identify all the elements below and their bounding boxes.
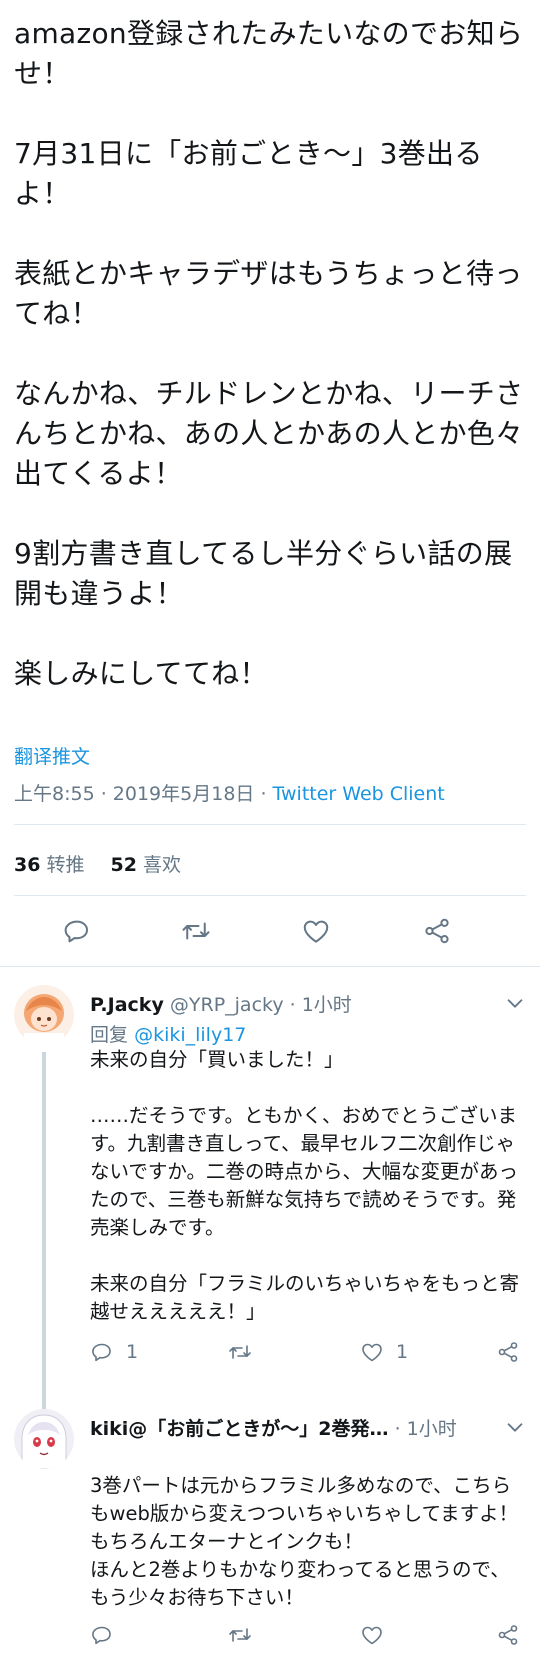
- reply-paragraph: 未来の自分「フラミルのいちゃいちゃをもっと寄越せえええええ！」: [90, 1272, 520, 1323]
- reply-icon: [92, 1626, 111, 1645]
- reply-button[interactable]: 1: [90, 1339, 138, 1365]
- reply-text: 未来の自分「買いました！」 ……だそうです。ともかく、おめでとうございます。九割…: [90, 1046, 520, 1326]
- reply-author-name[interactable]: kiki@「お前ごときが〜」2巻発…: [90, 1418, 389, 1440]
- likes-count: 52: [110, 854, 137, 876]
- likes-label: 喜欢: [143, 854, 182, 876]
- divider: [0, 966, 540, 967]
- like-button[interactable]: [301, 916, 331, 946]
- reply-icon: [64, 920, 88, 943]
- reply-to-handle[interactable]: @kiki_lily17: [134, 1024, 246, 1046]
- retweet-button[interactable]: [181, 916, 211, 946]
- reply-time: · 1小时: [289, 994, 352, 1016]
- share-icon: [498, 1342, 518, 1362]
- reply-time: · 1小时: [394, 1418, 457, 1440]
- like-button[interactable]: 1: [360, 1339, 408, 1365]
- retweet-button[interactable]: [228, 1622, 252, 1648]
- like-icon: [362, 1626, 382, 1645]
- tweet-stats: 36 转推 52 喜欢: [14, 850, 181, 877]
- reply-to-line: 回复 @kiki_lily17: [90, 1020, 246, 1047]
- translate-tweet-link[interactable]: 翻译推文: [14, 742, 90, 769]
- share-button[interactable]: [422, 916, 452, 946]
- share-icon: [425, 918, 449, 944]
- share-button[interactable]: [496, 1339, 520, 1365]
- tweet-paragraph: 表紙とかキャラデザはもうちょっと待ってね！: [14, 257, 523, 330]
- reply-paragraph: 3巻パートは元からフラミル多めなので、こちらもweb版から変えつついちゃいちゃし…: [90, 1474, 519, 1609]
- reply-to-label: 回复: [90, 1024, 129, 1046]
- tweet-date: 2019年5月18日: [112, 783, 255, 805]
- reply-button[interactable]: [62, 916, 92, 946]
- divider: [14, 824, 526, 825]
- share-icon: [498, 1625, 518, 1645]
- avatar-image: [14, 1409, 74, 1469]
- thread-line: [42, 1052, 46, 1415]
- reply-icon: [92, 1343, 111, 1362]
- like-count: 1: [396, 1341, 409, 1363]
- reply-button[interactable]: [90, 1622, 114, 1648]
- avatar[interactable]: [14, 985, 74, 1045]
- meta-separator: ·: [94, 783, 113, 805]
- reply-header: kiki@「お前ごときが〜」2巻発… · 1小时: [90, 1414, 500, 1441]
- tweet-paragraph: なんかね、チルドレンとかね、リーチさんちとかね、あの人とかあの人とか色々出てくる…: [14, 377, 524, 490]
- avatar-image: [14, 985, 74, 1045]
- chevron-down-icon: [507, 1423, 523, 1432]
- retweets-label: 转推: [46, 854, 85, 876]
- retweets-stat[interactable]: 36 转推: [14, 854, 85, 876]
- tweet-client-link[interactable]: Twitter Web Client: [273, 783, 445, 805]
- reply-actions: [90, 1622, 520, 1652]
- divider: [14, 895, 526, 896]
- tweet-paragraph: amazon登録されたみたいなのでお知らせ！: [14, 17, 524, 90]
- tweet-meta: 上午8:55 · 2019年5月18日 · Twitter Web Client: [14, 779, 445, 806]
- chevron-down-icon: [507, 999, 523, 1008]
- tweet-paragraph: 9割方書き直してるし半分ぐらい話の展開も違うよ！: [14, 537, 513, 610]
- likes-stat[interactable]: 52 喜欢: [111, 854, 182, 876]
- tweet-text: amazon登録されたみたいなのでお知らせ！ 7月31日に「お前ごとき〜」3巻出…: [14, 14, 529, 694]
- tweet-time: 上午8:55: [14, 783, 95, 805]
- reply-menu-button[interactable]: [504, 992, 526, 1014]
- retweet-icon: [229, 1628, 251, 1642]
- tweet-actions: [0, 916, 540, 956]
- reply-menu-button[interactable]: [504, 1416, 526, 1438]
- retweet-button[interactable]: [228, 1339, 264, 1365]
- reply-actions: 1 1: [90, 1339, 520, 1369]
- reply-count: 1: [126, 1341, 139, 1363]
- reply-author-handle[interactable]: @YRP_jacky: [170, 994, 284, 1016]
- reply-paragraph: 未来の自分「買いました！」: [90, 1048, 344, 1071]
- like-icon: [362, 1343, 382, 1362]
- retweets-count: 36: [14, 854, 41, 876]
- reply-paragraph: ……だそうです。ともかく、おめでとうございます。九割書き直しって、最早セルフ二次…: [90, 1104, 519, 1239]
- like-button[interactable]: [360, 1622, 384, 1648]
- tweet-paragraph: 楽しみにしててね！: [14, 657, 268, 690]
- meta-separator: ·: [254, 783, 273, 805]
- retweet-icon: [182, 922, 210, 940]
- reply-text: 3巻パートは元からフラミル多めなので、こちらもweb版から変えつついちゃいちゃし…: [90, 1444, 520, 1640]
- reply-header: P.Jacky @YRP_jacky · 1小时: [90, 990, 500, 1017]
- tweet-paragraph: 7月31日に「お前ごとき〜」3巻出るよ！: [14, 137, 483, 210]
- retweet-icon: [229, 1345, 251, 1359]
- like-icon: [303, 920, 329, 943]
- share-button[interactable]: [496, 1622, 520, 1648]
- reply-author-name[interactable]: P.Jacky: [90, 994, 164, 1016]
- avatar[interactable]: [14, 1409, 74, 1469]
